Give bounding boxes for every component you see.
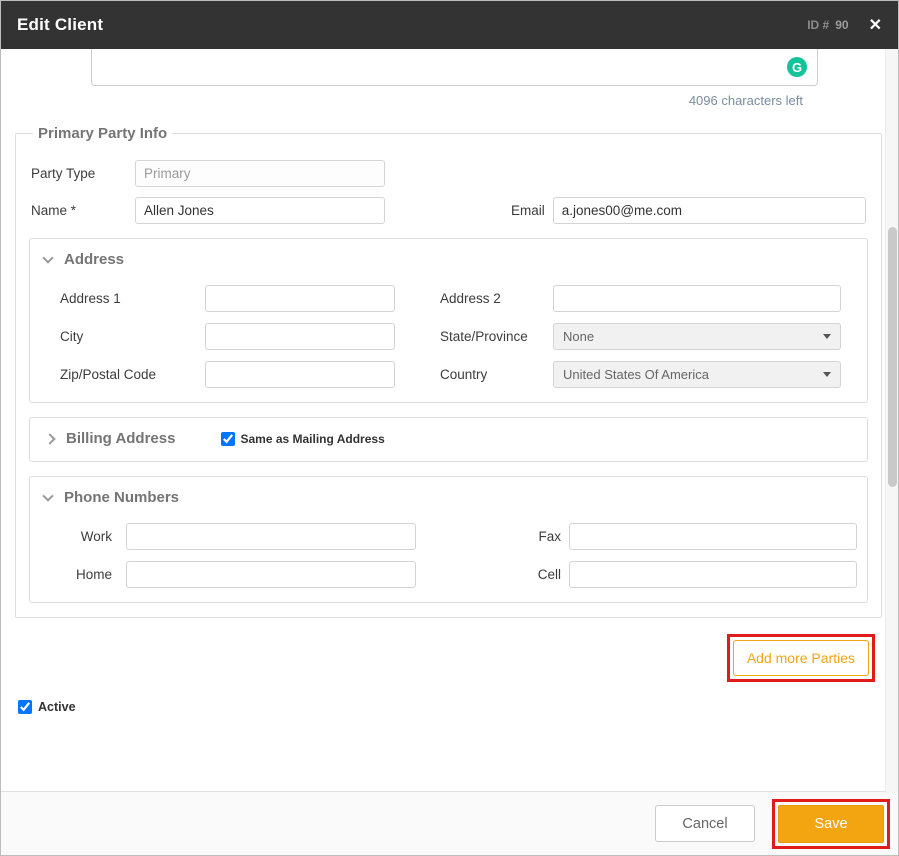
chevron-down-icon xyxy=(42,251,54,264)
chevron-right-icon xyxy=(44,432,56,445)
state-label: State/Province xyxy=(440,329,528,344)
id-label: ID # xyxy=(807,18,830,32)
fax-label: Fax xyxy=(538,529,561,544)
zip-label: Zip/Postal Code xyxy=(60,367,157,382)
phone-numbers-toggle[interactable]: Phone Numbers xyxy=(40,485,857,512)
active-label: Active xyxy=(38,700,76,714)
email-input[interactable] xyxy=(552,197,866,224)
annotation-highlight-box: Save xyxy=(772,798,890,849)
scrollbar-thumb[interactable] xyxy=(888,227,897,487)
notes-textarea[interactable]: G xyxy=(91,49,818,86)
billing-address-title: Billing Address xyxy=(66,430,176,447)
state-select[interactable]: None xyxy=(553,323,841,350)
party-type-label: Party Type xyxy=(31,166,96,181)
add-parties-row: Add more Parties xyxy=(1,634,875,682)
billing-address-section: Billing Address Same as Mailing Address xyxy=(29,417,868,462)
page-title: Edit Client xyxy=(17,15,104,34)
characters-left-text: 4096 characters left xyxy=(688,93,803,108)
dropdown-caret-icon xyxy=(823,372,831,377)
fax-input[interactable] xyxy=(569,523,857,550)
name-email-row: Name * Email xyxy=(31,197,866,224)
chevron-down-icon xyxy=(42,489,54,502)
address-section: Address Address 1 Address 2 City State/P… xyxy=(29,238,868,403)
country-select[interactable]: United States Of America xyxy=(553,361,841,388)
address2-input[interactable] xyxy=(553,285,841,312)
vertical-scrollbar[interactable] xyxy=(885,49,898,793)
modal-header: Edit Client ID # 90 ✕ xyxy=(1,1,898,49)
primary-party-info-section: Primary Party Info Party Type Name * Ema… xyxy=(15,125,882,618)
city-input[interactable] xyxy=(205,323,395,350)
add-more-parties-button[interactable]: Add more Parties xyxy=(732,640,869,676)
phone-numbers-section: Phone Numbers Work Fax Home Cell xyxy=(29,476,868,603)
address-row-2: City State/Province None xyxy=(60,323,857,350)
annotation-highlight-box: Add more Parties xyxy=(726,634,875,682)
header-right: ID # 90 ✕ xyxy=(807,15,882,35)
modal-footer: Cancel Save xyxy=(1,791,898,855)
email-label: Email xyxy=(511,203,545,218)
zip-input[interactable] xyxy=(205,361,395,388)
active-row: Active xyxy=(18,700,887,714)
address2-label: Address 2 xyxy=(440,291,501,306)
active-checkbox[interactable] xyxy=(18,700,32,714)
cell-label: Cell xyxy=(537,567,561,582)
name-label: Name * xyxy=(31,203,77,218)
grammarly-icon[interactable]: G xyxy=(787,57,807,77)
same-as-mailing-checkbox[interactable] xyxy=(221,431,236,446)
home-phone-input[interactable] xyxy=(126,561,416,588)
same-as-mailing-label: Same as Mailing Address xyxy=(240,431,385,446)
save-button[interactable]: Save xyxy=(778,804,884,843)
billing-address-toggle[interactable]: Billing Address Same as Mailing Address xyxy=(40,426,857,453)
country-select-value: United States Of America xyxy=(563,367,709,382)
address1-input[interactable] xyxy=(205,285,395,312)
cell-phone-input[interactable] xyxy=(569,561,857,588)
country-label: Country xyxy=(440,367,488,382)
name-input[interactable] xyxy=(135,197,385,224)
same-as-mailing-row: Same as Mailing Address xyxy=(221,431,385,446)
party-type-input xyxy=(135,160,385,187)
address-row-3: Zip/Postal Code Country United States Of… xyxy=(60,361,857,388)
modal-body: G 4096 characters left Primary Party Inf… xyxy=(1,49,887,793)
address1-label: Address 1 xyxy=(60,291,121,306)
address-section-toggle[interactable]: Address xyxy=(40,247,857,274)
phone-numbers-title: Phone Numbers xyxy=(64,489,180,506)
address-title: Address xyxy=(64,251,125,268)
phone-row-2: Home Cell xyxy=(48,561,857,588)
state-select-value: None xyxy=(563,329,595,344)
dropdown-caret-icon xyxy=(823,334,831,339)
home-label: Home xyxy=(75,567,112,582)
party-type-row: Party Type xyxy=(31,160,866,187)
cancel-button[interactable]: Cancel xyxy=(655,805,755,842)
work-phone-input[interactable] xyxy=(126,523,416,550)
address-row-1: Address 1 Address 2 xyxy=(60,285,857,312)
primary-party-info-legend: Primary Party Info xyxy=(38,125,168,142)
city-label: City xyxy=(60,329,84,344)
work-label: Work xyxy=(80,529,112,544)
close-icon[interactable]: ✕ xyxy=(869,15,882,35)
phone-row-1: Work Fax xyxy=(48,523,857,550)
id-value: 90 xyxy=(835,18,849,32)
